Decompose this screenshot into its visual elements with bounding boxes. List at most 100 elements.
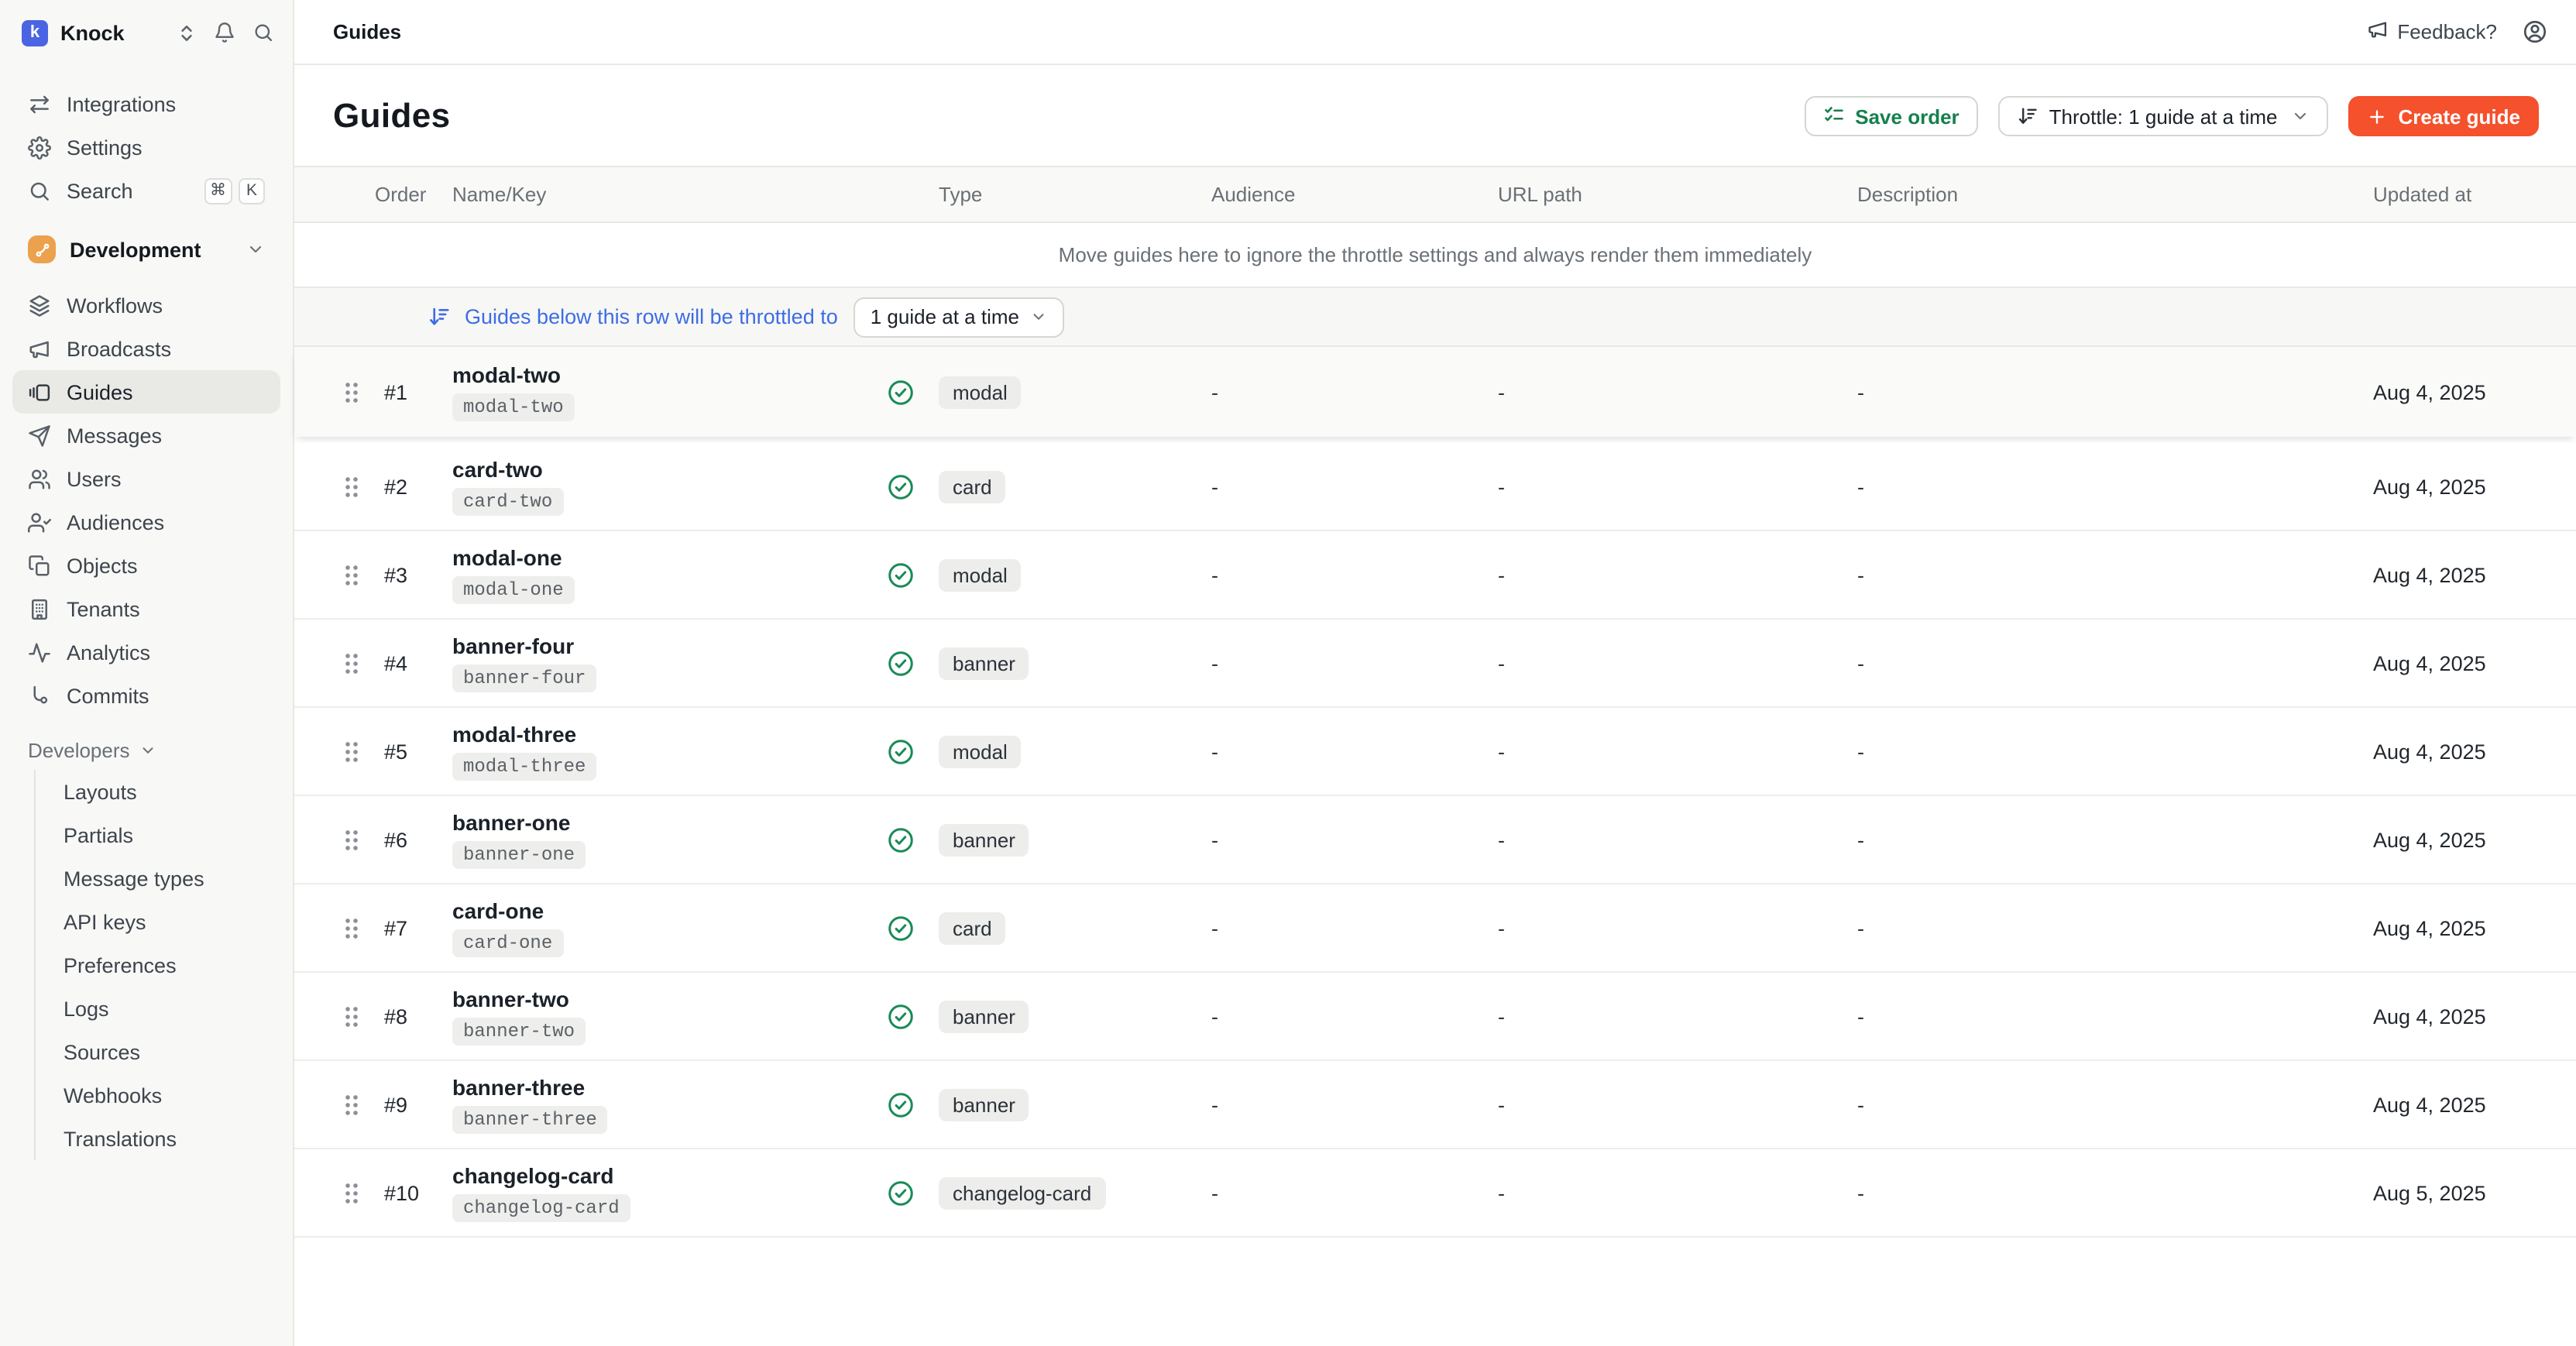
sidebar-item-objects[interactable]: Objects (12, 544, 280, 587)
developers-section-toggle[interactable]: Developers (12, 730, 280, 770)
search-icon[interactable] (252, 22, 274, 43)
guide-url-path: - (1485, 651, 1845, 675)
sidebar-item-search[interactable]: Search ⌘ K (12, 169, 280, 212)
sidebar-item-message-types[interactable]: Message types (36, 857, 280, 900)
guide-order: #8 (372, 1004, 440, 1028)
table-row[interactable]: #7 card-one card-one card (294, 884, 2576, 973)
guide-name[interactable]: modal-three (452, 722, 576, 747)
drag-handle-icon[interactable] (344, 563, 359, 586)
guide-name[interactable]: banner-one (452, 810, 570, 835)
sidebar-item-sources[interactable]: Sources (36, 1030, 280, 1073)
drag-handle-icon[interactable] (344, 380, 359, 403)
sidebar-item-settings[interactable]: Settings (12, 125, 280, 169)
guide-name[interactable]: modal-one (452, 545, 562, 570)
developers-sub-list: Layouts Partials Message types API keys … (34, 770, 280, 1160)
gear-icon (28, 136, 51, 159)
guide-audience: - (1199, 916, 1485, 939)
sidebar-item-users[interactable]: Users (12, 457, 280, 500)
guide-name[interactable]: banner-two (452, 987, 569, 1011)
table-row[interactable]: #10 changelog-card changelog-card change… (294, 1149, 2576, 1238)
throttle-count-select[interactable]: 1 guide at a time (854, 297, 1064, 337)
guide-name[interactable]: banner-four (452, 634, 574, 658)
guide-updated-at: Aug 4, 2025 (2361, 1093, 2576, 1116)
plus-icon (2368, 106, 2388, 126)
guide-url-path: - (1485, 828, 1845, 851)
drag-handle-icon[interactable] (344, 828, 359, 851)
sidebar-item-label: Messages (67, 424, 162, 447)
account-menu-button[interactable] (2522, 19, 2548, 45)
drag-handle-icon[interactable] (344, 916, 359, 939)
table-header-row: Order Name/Key Type Audience URL path De… (294, 166, 2576, 223)
table-row[interactable]: #9 banner-three banner-three banner (294, 1061, 2576, 1149)
sidebar-item-analytics[interactable]: Analytics (12, 630, 280, 674)
feedback-label: Feedback? (2397, 20, 2497, 43)
table-row[interactable]: #4 banner-four banner-four banner (294, 620, 2576, 708)
sidebar-item-label: Users (67, 467, 122, 490)
throttle-dropdown-button[interactable]: Throttle: 1 guide at a time (1998, 96, 2329, 136)
table-row[interactable]: #1 modal-two modal-two modal (294, 347, 2576, 437)
guide-key-chip: banner-four (452, 664, 596, 692)
feedback-button[interactable]: Feedback? (2366, 19, 2497, 45)
guide-description: - (1845, 1093, 2361, 1116)
chevron-down-icon (2292, 107, 2310, 125)
guide-name[interactable]: changelog-card (452, 1163, 614, 1188)
guide-updated-at: Aug 4, 2025 (2361, 740, 2576, 763)
create-guide-button[interactable]: Create guide (2349, 96, 2540, 136)
sidebar-item-label: Translations (64, 1127, 177, 1150)
sidebar-item-workflows[interactable]: Workflows (12, 283, 280, 327)
sidebar-item-audiences[interactable]: Audiences (12, 500, 280, 544)
breadcrumb: Guides (333, 20, 401, 43)
drag-handle-icon[interactable] (344, 475, 359, 498)
guide-name[interactable]: modal-two (452, 362, 561, 387)
sidebar-item-label: Workflows (67, 294, 163, 317)
sidebar-item-label: Partials (64, 823, 133, 846)
sidebar-item-translations[interactable]: Translations (36, 1117, 280, 1160)
guide-name[interactable]: banner-three (452, 1075, 585, 1100)
guide-audience: - (1199, 475, 1485, 498)
sidebar-item-layouts[interactable]: Layouts (36, 770, 280, 813)
sidebar-item-messages[interactable]: Messages (12, 414, 280, 457)
sidebar-item-webhooks[interactable]: Webhooks (36, 1073, 280, 1117)
throttle-divider-text: Guides below this row will be throttled … (465, 305, 838, 328)
table-row[interactable]: #6 banner-one banner-one banner (294, 796, 2576, 884)
guide-description: - (1845, 1181, 2361, 1204)
table-row[interactable]: #3 modal-one modal-one modal (294, 531, 2576, 620)
save-order-button[interactable]: Save order (1804, 96, 1977, 136)
sidebar-item-label: Guides (67, 380, 133, 403)
sidebar-item-preferences[interactable]: Preferences (36, 943, 280, 987)
sidebar-item-partials[interactable]: Partials (36, 813, 280, 857)
table-row[interactable]: #5 modal-three modal-three modal (294, 708, 2576, 796)
developers-section-label: Developers (28, 738, 130, 761)
sidebar-item-tenants[interactable]: Tenants (12, 587, 280, 630)
bell-icon[interactable] (214, 22, 235, 43)
paper-plane-icon (28, 424, 51, 447)
sidebar-item-broadcasts[interactable]: Broadcasts (12, 327, 280, 370)
drag-handle-icon[interactable] (344, 1093, 359, 1116)
guide-audience: - (1199, 563, 1485, 586)
sidebar-item-label: Commits (67, 684, 149, 707)
sidebar-item-logs[interactable]: Logs (36, 987, 280, 1030)
guide-name[interactable]: card-two (452, 457, 543, 482)
sidebar-item-commits[interactable]: Commits (12, 674, 280, 717)
table-row[interactable]: #8 banner-two banner-two banner (294, 973, 2576, 1061)
sidebar-item-integrations[interactable]: Integrations (12, 82, 280, 125)
drag-handle-icon[interactable] (344, 651, 359, 675)
sidebar-item-label: Objects (67, 554, 138, 577)
sidebar-item-api-keys[interactable]: API keys (36, 900, 280, 943)
guide-type-badge: modal (939, 376, 1022, 408)
drag-handle-icon[interactable] (344, 1004, 359, 1028)
workspace-switcher-icon[interactable] (177, 22, 197, 43)
guide-name[interactable]: card-one (452, 898, 544, 923)
sidebar-item-guides[interactable]: Guides (12, 370, 280, 414)
workspace-header[interactable]: k Knock (0, 0, 293, 65)
drag-handle-icon[interactable] (344, 740, 359, 763)
status-check-icon (886, 472, 915, 501)
throttle-divider-link[interactable]: Guides below this row will be throttled … (428, 305, 838, 328)
unthrottled-dropzone[interactable]: Move guides here to ignore the throttle … (294, 223, 2576, 288)
sidebar-item-label: Tenants (67, 597, 140, 620)
guide-description: - (1845, 651, 2361, 675)
drag-handle-icon[interactable] (344, 1181, 359, 1204)
workspace-logo: k (22, 19, 48, 46)
table-row[interactable]: #2 card-two card-two card (294, 443, 2576, 531)
environment-switcher[interactable]: Development (12, 226, 280, 273)
